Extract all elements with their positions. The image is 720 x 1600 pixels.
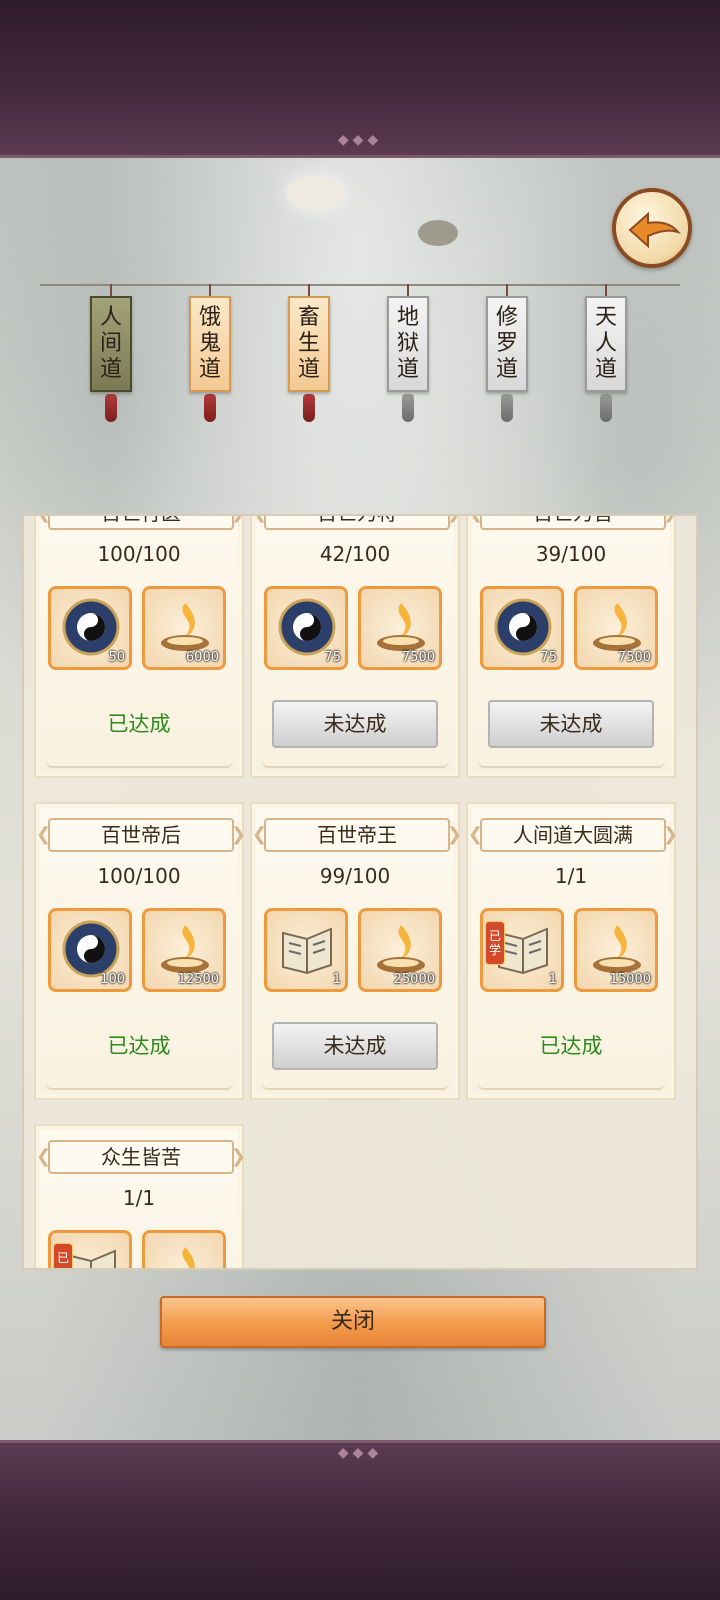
flame-bowl-icon	[593, 925, 641, 973]
flame-bowl-icon	[161, 603, 209, 651]
reward-qty: 6000	[185, 650, 219, 665]
tab-renjian[interactable]: 人间道	[88, 284, 134, 422]
bagua-compass-icon	[278, 598, 336, 656]
achievement-card: 百世为将 42/100 75 7500 未达成	[250, 516, 462, 778]
book-icon	[282, 927, 332, 975]
close-button[interactable]: 关闭	[160, 1296, 546, 1348]
reward-item[interactable]: 已	[48, 1230, 132, 1268]
card-title: 百世为将	[252, 516, 462, 530]
reward-item[interactable]: 100	[48, 908, 132, 992]
bagua-compass-icon	[62, 598, 120, 656]
learned-badge: 已	[53, 1243, 73, 1268]
tab-label: 畜生道	[298, 305, 321, 382]
bagua-compass-icon	[494, 598, 552, 656]
card-title: 百世帝王	[252, 818, 462, 852]
tassel-icon	[600, 394, 612, 422]
tab-label: 天人道	[595, 305, 618, 382]
flame-bowl-icon	[593, 603, 641, 651]
card-progress: 42/100	[319, 542, 391, 566]
cloud-yin-yang-light	[286, 176, 346, 210]
achievement-card: 百世行医 100/100 50 6000 已达成	[34, 516, 246, 778]
tassel-icon	[402, 394, 414, 422]
top-band: ◆◆◆	[0, 0, 720, 158]
tab-tianren[interactable]: 天人道	[583, 284, 629, 422]
tab-label: 修罗道	[496, 305, 519, 382]
reward-qty: 50	[108, 650, 125, 665]
card-progress: 1/1	[122, 1186, 156, 1210]
reward-item[interactable]: 已学 1	[480, 908, 564, 992]
reward-qty: 75	[540, 650, 557, 665]
card-progress: 99/100	[319, 864, 391, 888]
tab-label: 地狱道	[397, 305, 420, 382]
reward-item[interactable]: 7500	[574, 586, 658, 670]
reward-item[interactable]: 75	[264, 586, 348, 670]
reward-qty: 25000	[393, 972, 435, 987]
tassel-icon	[303, 394, 315, 422]
status-achieved: 已达成	[107, 1034, 171, 1058]
status-not-achieved-button[interactable]: 未达成	[488, 700, 654, 748]
reward-item[interactable]: 12500	[142, 908, 226, 992]
reward-qty: 1	[548, 972, 557, 987]
reward-item[interactable]: 6000	[142, 586, 226, 670]
achievement-card: 众生皆苦 1/1 已	[34, 1124, 246, 1268]
tab-chusheng[interactable]: 畜生道	[286, 284, 332, 422]
scene-background: 人间道 饿鬼道 畜生道 地狱道 修罗道 天人道 百世行医 100/100 50	[0, 158, 720, 1440]
card-title: 人间道大圆满	[468, 818, 678, 852]
reward-item[interactable]: 1	[264, 908, 348, 992]
cloud-yin-yang-dark	[418, 220, 458, 246]
flame-bowl-icon	[377, 925, 425, 973]
flame-bowl-icon	[161, 925, 209, 973]
ornament-bottom: ◆◆◆	[337, 1445, 383, 1461]
status-achieved: 已达成	[539, 1034, 603, 1058]
card-progress: 100/100	[97, 864, 181, 888]
ornament-top: ◆◆◆	[337, 132, 383, 148]
card-title: 众生皆苦	[36, 1140, 246, 1174]
flame-bowl-icon	[377, 603, 425, 651]
bottom-band: ◆◆◆	[0, 1440, 720, 1600]
reward-qty: 7500	[401, 650, 435, 665]
reward-qty: 75	[324, 650, 341, 665]
tab-diyu[interactable]: 地狱道	[385, 284, 431, 422]
card-progress: 39/100	[535, 542, 607, 566]
card-title: 百世行医	[36, 516, 246, 530]
status-achieved: 已达成	[107, 712, 171, 736]
achievement-card: 百世帝后 100/100 100 12500 已达成	[34, 802, 246, 1100]
achievement-card: 人间道大圆满 1/1 已学 1 15000 已达成	[466, 802, 678, 1100]
learned-badge: 已学	[485, 921, 505, 965]
reward-qty: 15000	[609, 972, 651, 987]
reward-item[interactable]	[142, 1230, 226, 1268]
reward-qty: 1	[332, 972, 341, 987]
tassel-icon	[501, 394, 513, 422]
reward-item[interactable]: 7500	[358, 586, 442, 670]
reward-qty: 12500	[177, 972, 219, 987]
tab-label: 饿鬼道	[199, 305, 222, 382]
tab-xiuluo[interactable]: 修罗道	[484, 284, 530, 422]
card-title: 百世帝后	[36, 818, 246, 852]
card-progress: 1/1	[554, 864, 588, 888]
tassel-icon	[105, 394, 117, 422]
back-arrow-icon	[628, 211, 682, 249]
reward-qty: 100	[100, 972, 125, 987]
card-title: 百世为官	[468, 516, 678, 530]
tab-rope	[40, 284, 680, 286]
card-progress: 100/100	[97, 542, 181, 566]
bagua-compass-icon	[62, 920, 120, 978]
reward-item[interactable]: 25000	[358, 908, 442, 992]
tab-egui[interactable]: 饿鬼道	[187, 284, 233, 422]
tassel-icon	[204, 394, 216, 422]
tab-label: 人间道	[100, 305, 123, 382]
reward-qty: 7500	[617, 650, 651, 665]
achievement-card: 百世帝王 99/100 1 25000 未达成	[250, 802, 462, 1100]
reward-item[interactable]: 75	[480, 586, 564, 670]
status-not-achieved-button[interactable]: 未达成	[272, 700, 438, 748]
reward-item[interactable]: 15000	[574, 908, 658, 992]
achievement-panel[interactable]: 百世行医 100/100 50 6000 已达成 百世为将 42/100 75 …	[22, 514, 698, 1270]
achievement-card: 百世为官 39/100 75 7500 未达成	[466, 516, 678, 778]
flame-bowl-icon	[182, 1247, 195, 1268]
status-not-achieved-button[interactable]: 未达成	[272, 1022, 438, 1070]
back-button[interactable]	[612, 188, 692, 268]
reward-item[interactable]: 50	[48, 586, 132, 670]
